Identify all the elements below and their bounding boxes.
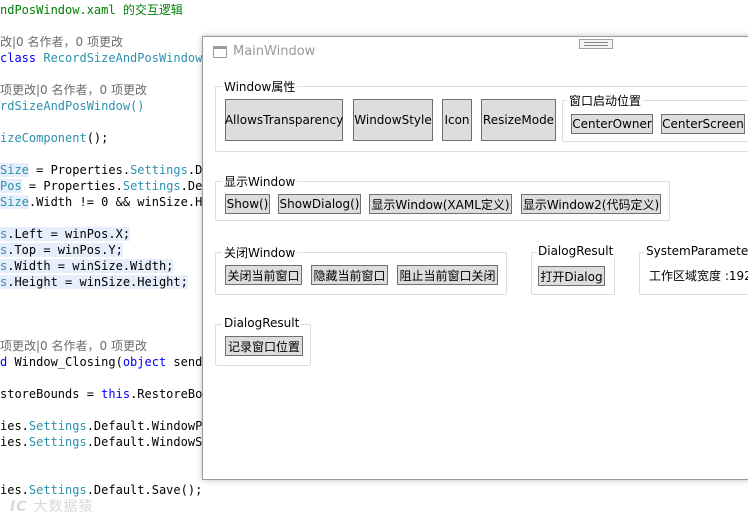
code-line: 项更改|0 名作者，0 项更改: [0, 338, 147, 354]
code-token: = Properties.: [21, 179, 123, 193]
center-owner-button[interactable]: CenterOwner: [571, 114, 653, 134]
code-token: Size: [0, 163, 29, 177]
code-line: s.Top = winPos.Y;: [0, 242, 123, 258]
code-line: storeBounds = this.RestoreBoun: [0, 386, 217, 402]
group-label-system-parameter: SystemParameter: [644, 244, 748, 258]
group-label-show-window: 显示Window: [222, 173, 298, 190]
watermark: IC 大数据猿: [10, 496, 93, 516]
allows-transparency-button[interactable]: AllowsTransparency: [225, 99, 343, 141]
code-token: Window_Closing(: [14, 355, 123, 369]
code-token: Settings: [130, 163, 188, 177]
code-token: .Default.WindowPo: [86, 419, 210, 433]
code-line: Size = Properties.Settings.De: [0, 162, 210, 178]
code-line: s.Left = winPos.X;: [0, 226, 131, 242]
window-title: MainWindow: [233, 44, 316, 59]
record-window-position-button[interactable]: 记录窗口位置: [225, 336, 303, 356]
code-token: .Default.Save();: [86, 483, 203, 497]
code-line: ies.Settings.Default.WindowPo: [0, 418, 210, 434]
code-token: this: [101, 387, 131, 401]
code-line: Pos = Properties.Settings.Def: [0, 178, 210, 194]
code-token: .Left = winPos.X;: [7, 227, 131, 241]
code-token: Settings: [28, 419, 87, 433]
prevent-close-button[interactable]: 阻止当前窗口关闭: [397, 265, 498, 285]
open-dialog-button[interactable]: 打开Dialog: [538, 266, 605, 286]
code-token: Settings: [28, 483, 87, 497]
group-label-dialog-result-2: DialogResult: [222, 316, 302, 330]
code-token: ies.: [0, 483, 29, 497]
code-token: = Properties.: [28, 163, 131, 177]
code-token: RecordSizeAndPosWindow: [43, 51, 203, 65]
code-token: .Height = winSize.Height;: [7, 275, 188, 289]
code-token: object: [122, 355, 167, 369]
show-button[interactable]: Show(): [225, 194, 270, 214]
code-token: Size: [0, 195, 29, 209]
show-window2-code-button[interactable]: 显示Window2(代码定义): [521, 194, 661, 214]
group-label-window-properties: Window属性: [222, 78, 298, 95]
main-window: MainWindow Window属性 AllowsTransparency W…: [202, 36, 748, 480]
group-startup-location: 窗口启动位置 CenterOwner CenterScreen: [562, 92, 748, 142]
work-area-width-text: 工作区域宽度 :192: [649, 269, 748, 283]
code-token: d: [0, 355, 15, 369]
code-line: izeComponent();: [0, 130, 108, 146]
code-line: s.Height = winSize.Height;: [0, 274, 188, 290]
code-line: ndPosWindow.xaml 的交互逻辑: [0, 2, 183, 18]
code-token: 项更改|0 名作者，0 项更改: [0, 339, 147, 353]
code-line: d Window_Closing(object sende: [0, 354, 210, 370]
hide-current-window-button[interactable]: 隐藏当前窗口: [311, 265, 388, 285]
code-token: ndPosWindow.xaml 的交互逻辑: [0, 3, 183, 17]
close-current-window-button[interactable]: 关闭当前窗口: [225, 265, 302, 285]
icon-button[interactable]: Icon: [442, 99, 472, 141]
group-window-properties: Window属性 AllowsTransparency WindowStyle …: [215, 78, 748, 152]
code-token: .Top = winPos.Y;: [7, 243, 123, 257]
group-show-window: 显示Window Show() ShowDialog() 显示Window(XA…: [215, 173, 670, 221]
center-screen-button[interactable]: CenterScreen: [661, 114, 745, 134]
group-system-parameter: SystemParameter 工作区域宽度 :192: [639, 244, 748, 295]
code-line: 改|0 名作者，0 项更改: [0, 34, 123, 50]
code-line: s.Width = winSize.Width;: [0, 258, 174, 274]
watermark-text: 大数据猿: [33, 499, 94, 515]
code-token: storeBounds =: [0, 387, 102, 401]
code-token: ();: [86, 131, 109, 145]
group-dialog-result-2: DialogResult 记录窗口位置: [215, 316, 311, 366]
group-label-close-window: 关闭Window: [222, 244, 298, 261]
title-bar[interactable]: MainWindow: [203, 37, 748, 67]
code-token: Settings: [28, 435, 87, 449]
code-token: Pos: [0, 179, 22, 193]
code-token: .Width != 0 && winSize.He: [28, 195, 210, 209]
group-close-window: 关闭Window 关闭当前窗口 隐藏当前窗口 阻止当前窗口关闭: [215, 244, 507, 295]
resize-grip-icon[interactable]: [579, 39, 613, 49]
watermark-logo: IC: [10, 499, 28, 515]
window-style-button[interactable]: WindowStyle: [353, 99, 433, 141]
code-token: Settings: [122, 179, 181, 193]
code-token: class: [0, 51, 44, 65]
code-token: 项更改|0 名作者，0 项更改: [0, 83, 147, 97]
show-window-xaml-button[interactable]: 显示Window(XAML定义): [369, 194, 512, 214]
code-token: izeComponent: [0, 131, 87, 145]
code-token: .Width = winSize.Width;: [7, 259, 174, 273]
code-token: ies.: [0, 435, 29, 449]
code-token: rdSizeAndPosWindow(): [0, 99, 145, 113]
code-line: rdSizeAndPosWindow(): [0, 98, 145, 114]
show-dialog-button[interactable]: ShowDialog(): [278, 194, 361, 214]
code-line: ies.Settings.Default.WindowSi: [0, 434, 210, 450]
code-line: class RecordSizeAndPosWindow :: [0, 50, 217, 66]
group-label-dialog-result: DialogResult: [536, 244, 616, 258]
code-line: 项更改|0 名作者，0 项更改: [0, 82, 147, 98]
group-dialog-result: DialogResult 打开Dialog: [531, 244, 616, 295]
code-token: ies.: [0, 419, 29, 433]
code-token: .Default.WindowSi: [86, 435, 210, 449]
window-app-icon: [213, 46, 227, 58]
code-token: 改|0 名作者，0 项更改: [0, 35, 123, 49]
code-line: Size.Width != 0 && winSize.He: [0, 194, 210, 210]
resize-mode-button[interactable]: ResizeMode: [481, 99, 556, 141]
group-label-startup-location: 窗口启动位置: [567, 92, 644, 109]
